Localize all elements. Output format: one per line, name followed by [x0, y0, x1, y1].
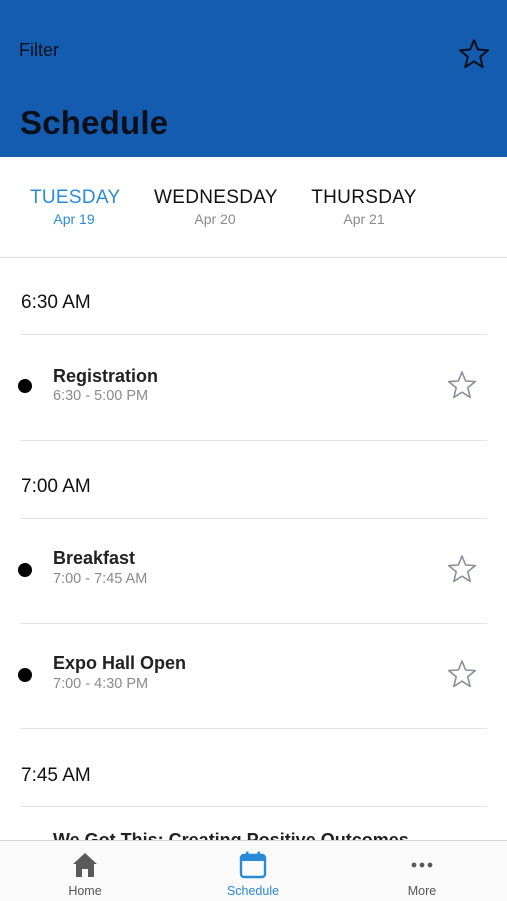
- day-date: Apr 21: [343, 211, 385, 227]
- day-date: Apr 20: [194, 211, 236, 227]
- event-row-registration[interactable]: Registration 6:30 - 5:00 PM: [0, 335, 507, 439]
- event-title: Registration: [53, 366, 159, 386]
- day-name: THURSDAY: [311, 187, 417, 208]
- more-icon: [407, 850, 437, 880]
- tab-schedule[interactable]: Schedule: [193, 841, 313, 901]
- divider: [20, 440, 487, 441]
- day-name: WEDNESDAY: [154, 187, 278, 208]
- page-title: Schedule: [20, 104, 169, 141]
- schedule-list[interactable]: 6:30 AM Registration 6:30 - 5:00 PM 7:00…: [0, 258, 507, 840]
- home-icon: [70, 850, 100, 880]
- event-bullet-icon: [18, 379, 32, 393]
- filter-button[interactable]: Filter: [19, 40, 59, 61]
- time-header: 7:45 AM: [21, 765, 91, 786]
- star-icon[interactable]: [446, 553, 478, 585]
- event-row-breakfast[interactable]: Breakfast 7:00 - 7:45 AM: [0, 519, 507, 623]
- day-tab-wednesday[interactable]: WEDNESDAY Apr 20: [154, 187, 278, 227]
- event-time: 7:00 - 4:30 PM: [53, 676, 149, 692]
- star-icon[interactable]: [446, 658, 478, 690]
- calendar-icon: [238, 850, 268, 880]
- event-title: We Got This: Creating Positive Outcomes: [53, 830, 409, 840]
- event-title: Expo Hall Open: [53, 653, 187, 673]
- app-header: Filter Schedule: [0, 0, 507, 157]
- event-bullet-icon: [18, 668, 32, 682]
- event-time: 6:30 - 5:00 PM: [53, 388, 149, 404]
- tab-label: Home: [68, 884, 102, 898]
- tab-more[interactable]: More: [362, 841, 482, 901]
- event-row-expo-hall-open[interactable]: Expo Hall Open 7:00 - 4:30 PM: [0, 624, 507, 728]
- day-selector: TUESDAY Apr 19 WEDNESDAY Apr 20 THURSDAY…: [0, 157, 507, 258]
- tab-label: More: [407, 884, 437, 898]
- star-icon[interactable]: [446, 369, 478, 401]
- tab-home[interactable]: Home: [25, 841, 145, 901]
- time-header: 7:00 AM: [21, 476, 91, 497]
- event-bullet-icon: [18, 563, 32, 577]
- favorites-star-icon[interactable]: [458, 38, 490, 70]
- divider: [20, 728, 487, 729]
- time-header: 6:30 AM: [21, 292, 91, 313]
- bottom-tab-bar: Home Schedule More: [0, 840, 507, 901]
- event-time: 7:00 - 7:45 AM: [53, 571, 148, 587]
- event-row-we-got-this[interactable]: We Got This: Creating Positive Outcomes: [0, 807, 507, 840]
- tab-label: Schedule: [226, 884, 280, 898]
- day-tab-thursday[interactable]: THURSDAY Apr 21: [311, 187, 417, 227]
- event-title: Breakfast: [53, 548, 136, 568]
- day-name: TUESDAY: [30, 187, 121, 208]
- day-tab-tuesday[interactable]: TUESDAY Apr 19: [30, 187, 121, 227]
- day-date: Apr 19: [53, 211, 95, 227]
